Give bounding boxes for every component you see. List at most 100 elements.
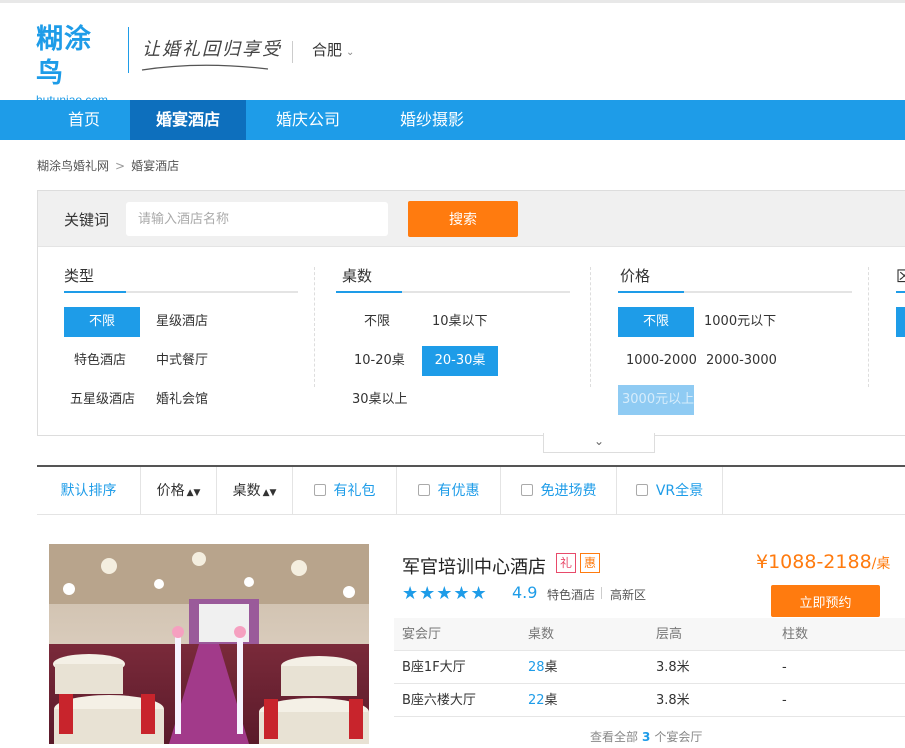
hall-name: B座六楼大厅 <box>402 693 476 708</box>
keyword-label: 关键词 <box>64 211 110 229</box>
filter-title-tables: 桌数 <box>342 267 373 285</box>
nav-item-wedding-company[interactable]: 婚庆公司 <box>252 100 364 140</box>
sort-arrows-icon: ▲▼ <box>262 488 277 498</box>
filter-option-district[interactable] <box>896 307 905 337</box>
hall-height: 3.8米 <box>656 693 690 708</box>
breadcrumb-separator: > <box>115 159 126 173</box>
filter-option-type[interactable]: 不限 <box>64 307 140 337</box>
sort-bar: 默认排序 价格 ▲▼ 桌数 ▲▼ 有礼包 有优惠 免进场费 VR全景 <box>37 465 905 515</box>
city-divider <box>292 41 293 63</box>
hotel-search-input[interactable] <box>126 202 388 236</box>
breadcrumb-home[interactable]: 糊涂鸟婚礼网 <box>37 159 109 173</box>
view-all-prefix: 查看全部 <box>590 730 639 744</box>
slogan-swoosh <box>141 64 269 71</box>
filter-underline <box>64 291 298 293</box>
breadcrumb-current: 婚宴酒店 <box>131 159 180 173</box>
city-name: 合肥 <box>312 41 343 59</box>
book-now-button[interactable]: 立即预约 <box>771 585 880 617</box>
checkbox-icon[interactable] <box>313 484 326 496</box>
filter-option-price[interactable]: 1000-2000 <box>622 346 701 376</box>
column-header: 桌数 <box>528 627 555 642</box>
filter-option-price[interactable]: 2000-3000 <box>702 346 781 376</box>
check-label: 免进场费 <box>540 483 597 499</box>
banquet-hall-image <box>49 544 369 744</box>
filter-option-tables[interactable]: 10桌以下 <box>428 307 492 337</box>
filter-option-type[interactable]: 特色酒店 <box>70 346 130 376</box>
filter-option-price[interactable]: 1000元以下 <box>700 307 780 337</box>
discount-badge: 惠 <box>580 553 600 573</box>
hall-height: 3.8米 <box>656 660 690 675</box>
currency-symbol: ¥ <box>756 551 769 573</box>
nav-item-home[interactable]: 首页 <box>40 100 128 140</box>
expand-filters-button[interactable]: ⌄ <box>543 433 655 453</box>
checkbox-icon[interactable] <box>520 484 533 496</box>
filter-divider <box>868 267 869 387</box>
breadcrumb: 糊涂鸟婚礼网 > 婚宴酒店 <box>37 157 179 174</box>
filter-underline <box>618 291 852 293</box>
filter-group-tables: 桌数 不限 10桌以下 10-20桌 20-30桌 30桌以上 <box>336 247 598 427</box>
logo-text: 糊涂鸟 <box>36 24 92 89</box>
sort-tables[interactable]: 桌数 ▲▼ <box>217 467 293 515</box>
nav-item-wedding-photo[interactable]: 婚纱摄影 <box>376 100 488 140</box>
filter-check-discount[interactable]: 有优惠 <box>397 467 501 515</box>
hall-name: B座1F大厅 <box>402 660 466 675</box>
hotel-card: 军官培训中心酒店 礼 惠 ★★★★★ 4.9 特色酒店 高新区 ¥1088-21… <box>38 533 905 748</box>
sort-arrows-icon: ▲▼ <box>186 488 201 498</box>
filter-check-vr[interactable]: VR全景 <box>617 467 723 515</box>
filter-option-type[interactable]: 婚礼会馆 <box>152 385 212 415</box>
slogan: 让婚礼回归享受 <box>142 39 282 60</box>
filter-title-district: 区 <box>896 267 905 285</box>
filter-underline <box>336 291 570 293</box>
filter-option-type[interactable]: 五星级酒店 <box>66 385 139 415</box>
check-label: 有礼包 <box>333 483 376 499</box>
sort-default[interactable]: 默认排序 <box>37 467 141 515</box>
sort-price-label: 价格 <box>156 483 185 499</box>
hotel-photo[interactable] <box>49 544 369 744</box>
sort-price[interactable]: 价格 ▲▼ <box>141 467 217 515</box>
rating-score: 4.9 <box>512 583 538 602</box>
hall-pillars: - <box>782 693 787 708</box>
table-row[interactable]: B座1F大厅 28桌 3.8米 - <box>394 651 905 684</box>
view-all-halls-link[interactable]: 查看全部 3 个宴会厅 <box>590 728 702 745</box>
table-row[interactable]: B座六楼大厅 22桌 3.8米 - <box>394 684 905 717</box>
filter-option-tables[interactable]: 10-20桌 <box>350 346 409 376</box>
filter-option-price-disabled: 3000元以上 <box>618 385 694 415</box>
filter-title-type: 类型 <box>64 267 95 285</box>
chevron-down-icon: ⌄ <box>593 434 605 448</box>
checkbox-icon[interactable] <box>417 484 430 496</box>
view-all-suffix: 个宴会厅 <box>654 730 703 744</box>
filter-option-tables[interactable]: 不限 <box>360 307 394 337</box>
price-range: 1088-2188 <box>768 551 872 573</box>
filter-option-price[interactable]: 不限 <box>618 307 694 337</box>
chevron-down-icon: ⌄ <box>346 47 355 58</box>
main-nav: 首页 婚宴酒店 婚庆公司 婚纱摄影 <box>0 100 905 140</box>
filter-check-no-entry-fee[interactable]: 免进场费 <box>501 467 617 515</box>
filter-option-type[interactable]: 中式餐厅 <box>152 346 212 376</box>
filter-group-district: 区 <box>896 247 905 427</box>
hall-tables: 22桌 <box>528 693 558 708</box>
site-logo[interactable]: 糊涂鸟 hutuniao.com <box>36 23 116 107</box>
filter-option-tables[interactable]: 20-30桌 <box>422 346 498 376</box>
filter-option-tables[interactable]: 30桌以上 <box>348 385 412 415</box>
filter-title-price: 价格 <box>620 267 651 285</box>
sort-tables-label: 桌数 <box>232 483 261 499</box>
hall-tables: 28桌 <box>528 660 558 675</box>
filter-option-type[interactable]: 星级酒店 <box>152 307 212 337</box>
column-header: 层高 <box>656 627 683 642</box>
hotel-name[interactable]: 军官培训中心酒店 <box>402 553 546 579</box>
hotel-type: 特色酒店 <box>547 588 596 602</box>
gift-badge: 礼 <box>556 553 576 573</box>
column-header: 宴会厅 <box>402 627 442 642</box>
checkbox-icon[interactable] <box>635 484 648 496</box>
filter-panel: 关键词 搜索 类型 不限 星级酒店 特色酒店 中式餐厅 五星级酒店 婚礼会馆 桌… <box>37 190 905 453</box>
filter-group-price: 价格 不限 1000元以下 1000-2000 2000-3000 3000元以… <box>618 247 880 427</box>
city-selector[interactable]: 合肥 ⌄ <box>312 39 354 60</box>
search-button[interactable]: 搜索 <box>408 201 518 237</box>
nav-item-banquet-hotel[interactable]: 婚宴酒店 <box>130 100 246 140</box>
logo-divider <box>128 27 129 73</box>
site-header: 糊涂鸟 hutuniao.com 让婚礼回归享受 合肥⌄ <box>0 0 905 107</box>
check-label: 有优惠 <box>437 483 480 499</box>
filter-check-gift[interactable]: 有礼包 <box>293 467 397 515</box>
search-bar: 关键词 搜索 <box>38 191 905 247</box>
column-header: 柱数 <box>782 627 809 642</box>
